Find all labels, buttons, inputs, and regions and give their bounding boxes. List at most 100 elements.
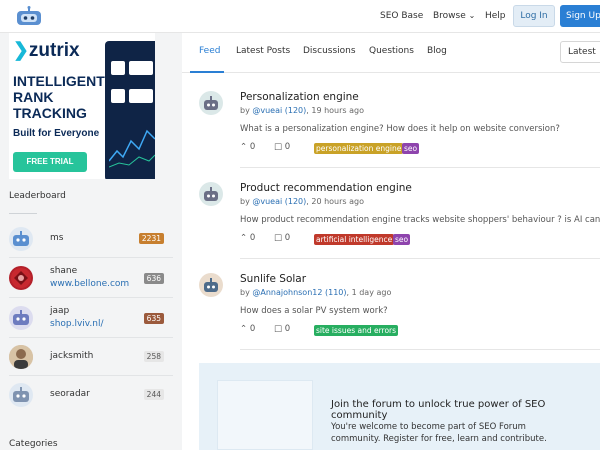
post-author-link[interactable]: @Annajohnson12 (110)	[252, 288, 346, 297]
divider	[240, 349, 600, 350]
robot-avatar-icon	[13, 387, 29, 402]
tab-feed[interactable]: Feed	[199, 46, 220, 56]
leaderboard-item[interactable]: shane www.bellone.com 636	[0, 258, 182, 298]
robot-avatar-icon	[204, 278, 218, 292]
post-excerpt: How product recommendation engine tracks…	[240, 215, 600, 225]
join-text: You're welcome to become part of SEO For…	[331, 422, 547, 444]
nav-browse-label: Browse	[433, 11, 466, 21]
post-meta: by @vueai (120), 19 hours ago	[240, 106, 364, 115]
upvote-icon: ⌃	[240, 233, 248, 243]
comments-button[interactable]: □ 0	[274, 324, 290, 334]
leaderboard-name[interactable]: jaap	[50, 306, 69, 316]
upvote-button[interactable]: ⌃ 0	[240, 324, 255, 334]
avatar	[9, 306, 33, 330]
leaderboard-item[interactable]: jacksmith 258	[0, 338, 182, 376]
upvote-button[interactable]: ⌃ 0	[240, 142, 255, 152]
tag-badge[interactable]: seo	[393, 234, 411, 245]
robot-avatar-icon	[204, 187, 218, 201]
categories-title: Categories	[9, 439, 58, 449]
robot-avatar-icon	[13, 231, 29, 246]
join-forum-banner: Join the forum to unlock true power of S…	[199, 363, 600, 450]
comments-button[interactable]: □ 0	[274, 233, 290, 243]
comment-count: 0	[284, 324, 291, 334]
zutrix-mark-icon: ❯	[13, 40, 29, 61]
tag-badge[interactable]: seo	[402, 143, 420, 154]
avatar	[9, 345, 33, 369]
nav-seo-base[interactable]: SEO Base	[380, 11, 423, 21]
post-item[interactable]: Product recommendation engine by @vueai …	[182, 182, 600, 272]
post-author-link[interactable]: @vueai (120)	[252, 106, 306, 115]
ad-card	[129, 89, 153, 103]
post-title[interactable]: Sunlife Solar	[240, 273, 306, 285]
leaderboard-score: 258	[143, 351, 164, 362]
tag-badge[interactable]: personalization engine	[314, 143, 404, 154]
join-title: Join the forum to unlock true power of S…	[331, 399, 546, 421]
divider	[240, 167, 600, 168]
post-title[interactable]: Personalization engine	[240, 91, 359, 103]
divider	[240, 258, 600, 259]
leaderboard-website-link[interactable]: shop.lviv.nl/	[50, 319, 104, 329]
zutrix-logo: ❯zutrix	[13, 39, 80, 62]
main-content: Feed Latest Posts Discussions Questions …	[182, 33, 600, 450]
avatar	[9, 266, 33, 290]
post-time: , 19 hours ago	[306, 106, 364, 115]
ad-free-trial-button[interactable]: FREE TRIAL	[13, 152, 87, 172]
ad-subline: Built for Everyone	[13, 128, 100, 139]
leaderboard-rule	[9, 213, 37, 214]
avatar	[199, 91, 223, 115]
sort-select[interactable]: Latest	[560, 41, 600, 63]
comments-button[interactable]: □ 0	[274, 142, 290, 152]
login-button[interactable]: Log In	[513, 5, 555, 27]
robot-avatar-icon	[204, 96, 218, 110]
post-author-link[interactable]: @vueai (120)	[252, 197, 306, 206]
top-navigation-bar: SEO Base Browse ⌄ Help Log In Sign Up	[0, 0, 600, 33]
leaderboard-name[interactable]: jacksmith	[50, 351, 93, 361]
post-time: , 1 day ago	[346, 288, 392, 297]
pattern-avatar-icon	[11, 268, 31, 288]
leaderboard-score: 636	[143, 273, 164, 284]
leaderboard-name[interactable]: seoradar	[50, 389, 90, 399]
post-time: , 20 hours ago	[306, 197, 364, 206]
chevron-down-icon: ⌄	[468, 11, 476, 20]
post-meta: by @vueai (120), 20 hours ago	[240, 197, 364, 206]
nav-help[interactable]: Help	[485, 11, 506, 21]
zutrix-ad-banner[interactable]: ❯zutrix INTELLIGENT RANK TRACKING Built …	[9, 33, 155, 179]
post-meta: by @Annajohnson12 (110), 1 day ago	[240, 288, 391, 297]
leaderboard-title: Leaderboard	[9, 191, 66, 201]
ad-card	[129, 61, 153, 75]
robot-logo-icon[interactable]	[16, 6, 42, 26]
ad-card	[111, 89, 125, 103]
leaderboard-website-link[interactable]: www.bellone.com	[50, 279, 129, 289]
post-excerpt: How does a solar PV system work?	[240, 306, 388, 316]
tag-badge[interactable]: site issues and errors	[314, 325, 399, 336]
avatar	[199, 273, 223, 297]
upvote-button[interactable]: ⌃ 0	[240, 233, 255, 243]
avatar	[9, 383, 33, 407]
post-item[interactable]: Personalization engine by @vueai (120), …	[182, 91, 600, 181]
tab-discussions[interactable]: Discussions	[303, 46, 356, 56]
comment-count: 0	[284, 233, 291, 243]
leaderboard-name[interactable]: ms	[50, 233, 63, 243]
comment-count: 0	[284, 142, 291, 152]
post-title[interactable]: Product recommendation engine	[240, 182, 412, 194]
upvote-icon: ⌃	[240, 142, 248, 152]
tab-latest-posts[interactable]: Latest Posts	[236, 46, 290, 56]
feed-tabs: Feed Latest Posts Discussions Questions …	[182, 33, 600, 73]
leaderboard-item[interactable]: seoradar 244	[0, 376, 182, 414]
post-item[interactable]: Sunlife Solar by @Annajohnson12 (110), 1…	[182, 273, 600, 363]
avatar	[199, 182, 223, 206]
post-meta-prefix: by	[240, 106, 253, 115]
tag-badge[interactable]: artificial intelligence	[314, 234, 395, 245]
nav-browse[interactable]: Browse ⌄	[433, 11, 475, 21]
signup-button[interactable]: Sign Up	[560, 5, 600, 27]
ad-line-chart-graphic	[109, 129, 155, 168]
leaderboard-item[interactable]: ms 2231	[0, 220, 182, 258]
leaderboard-name[interactable]: shane	[50, 266, 77, 276]
post-meta-prefix: by	[240, 288, 253, 297]
comment-icon: □	[274, 233, 283, 243]
leaderboard-item[interactable]: jaap shop.lviv.nl/ 635	[0, 298, 182, 338]
tab-blog[interactable]: Blog	[427, 46, 447, 56]
tab-questions[interactable]: Questions	[369, 46, 414, 56]
leaderboard-score: 635	[143, 313, 164, 324]
photo-avatar-icon	[9, 345, 33, 369]
